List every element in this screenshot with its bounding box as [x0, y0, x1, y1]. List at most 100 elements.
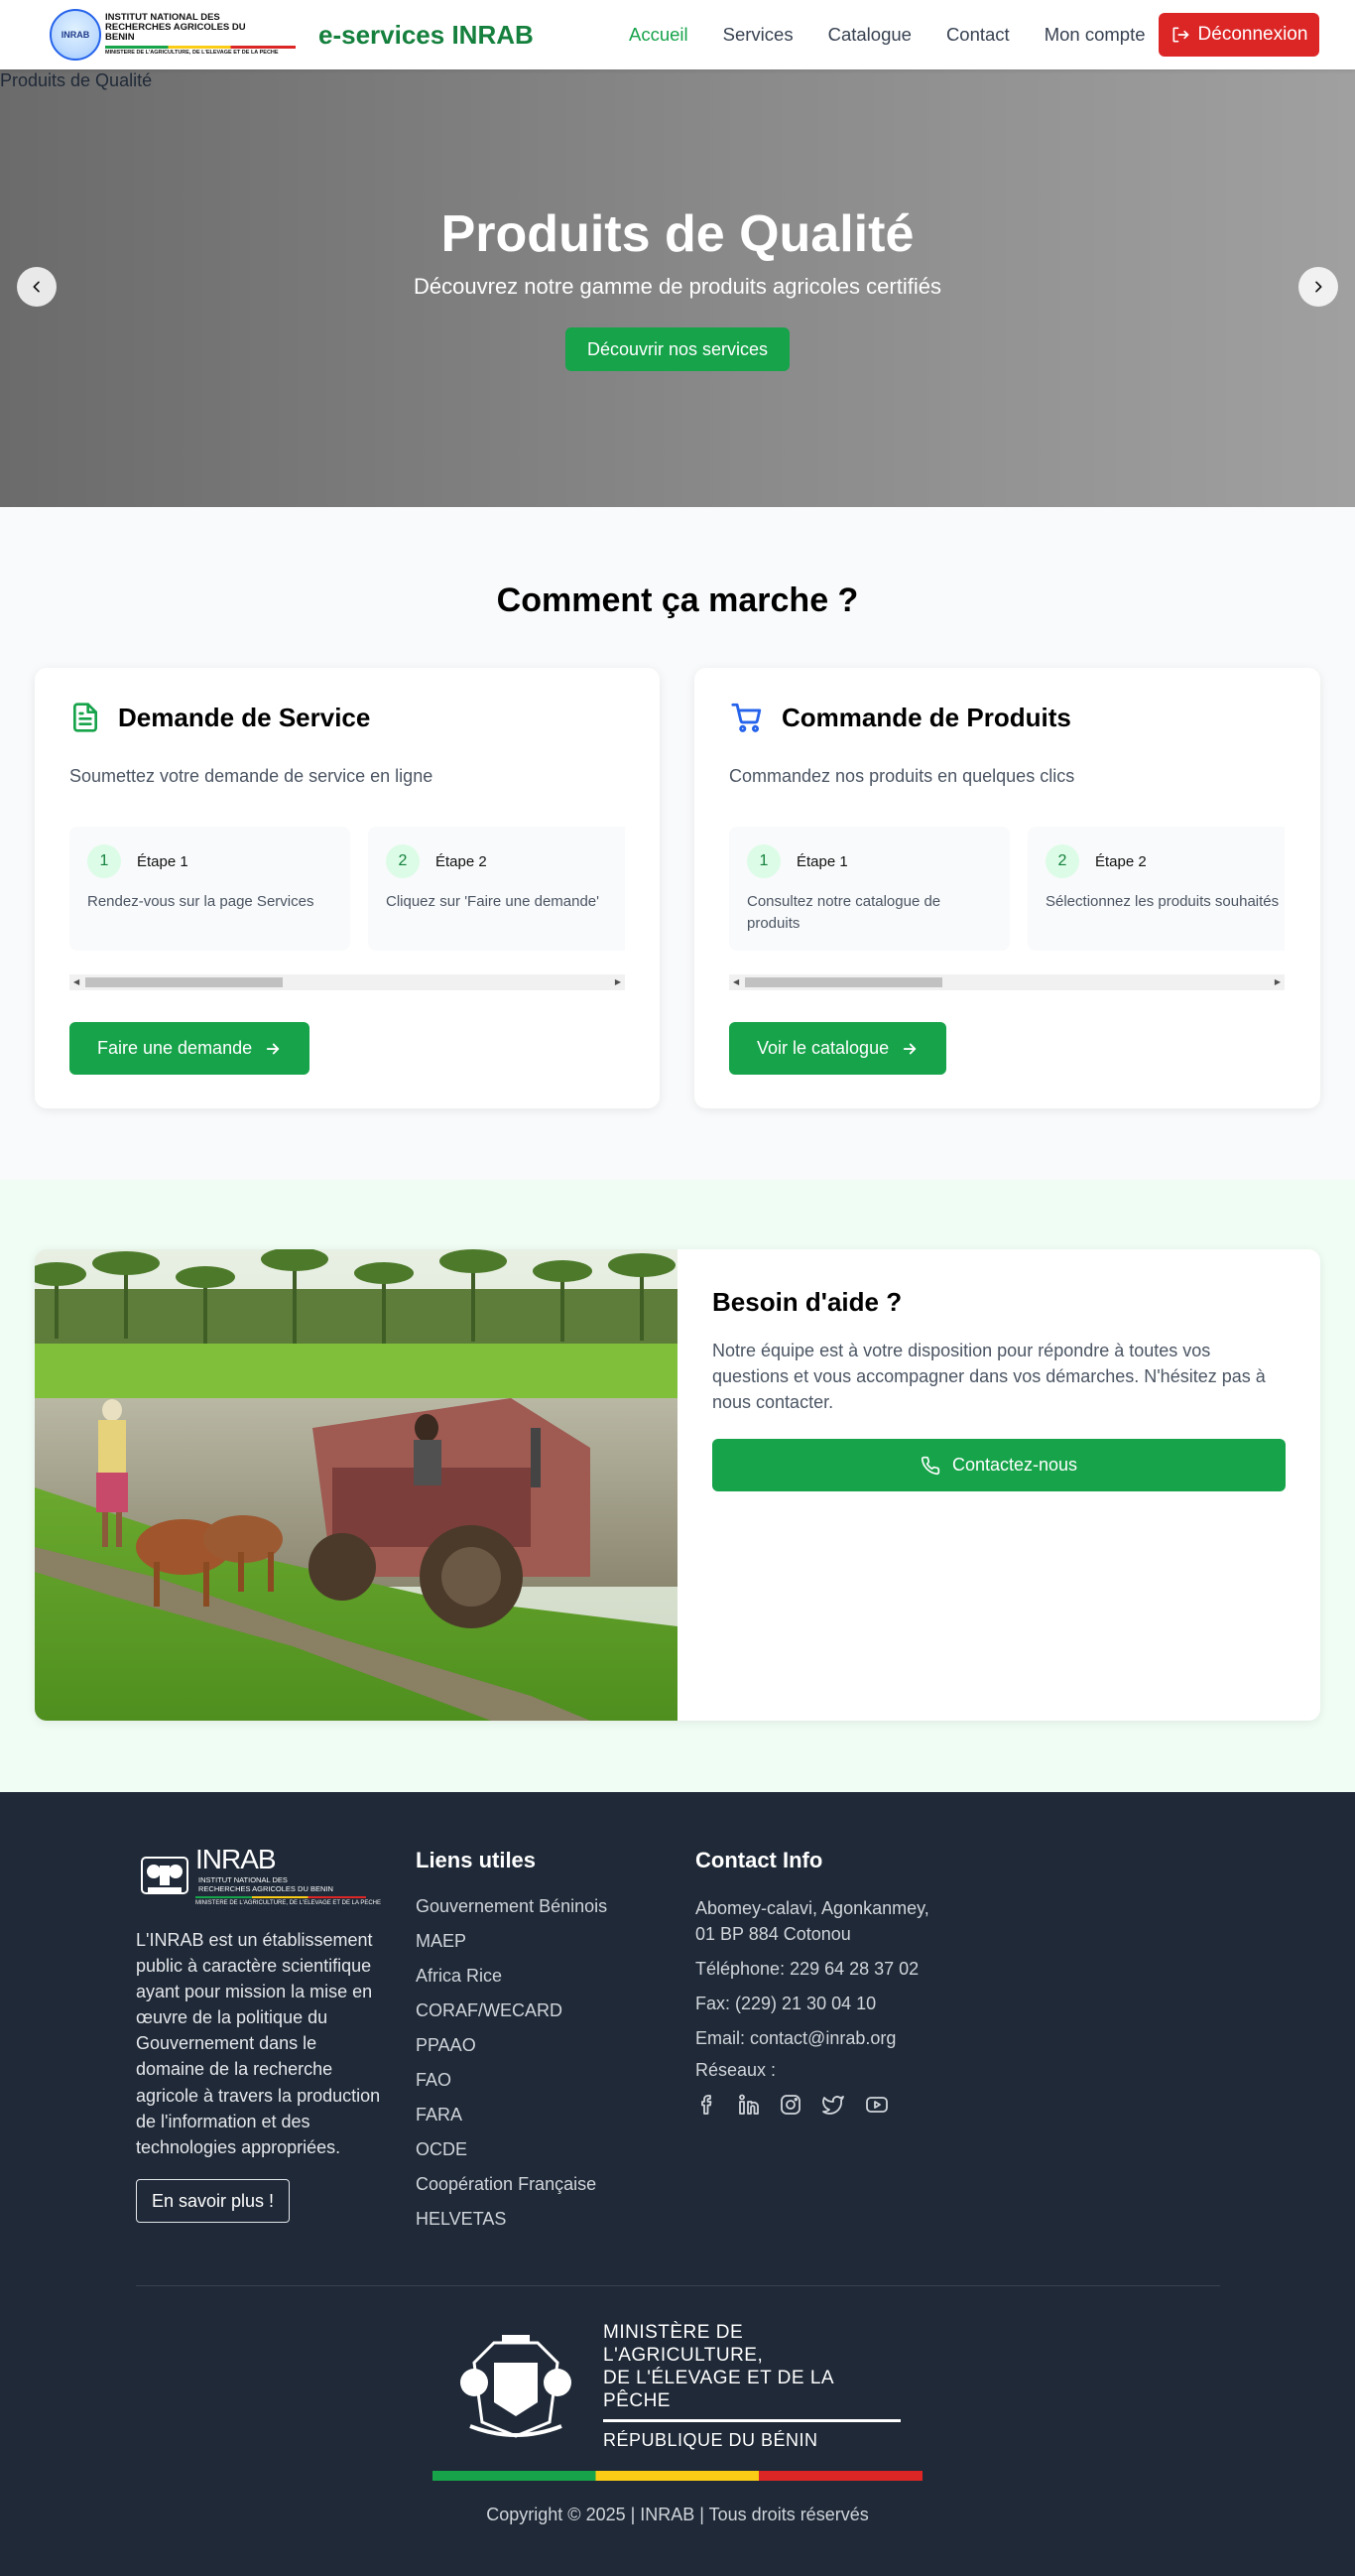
carousel-next-button[interactable] — [1298, 267, 1338, 307]
step-text: Consultez notre catalogue de produits — [747, 893, 941, 932]
make-request-button[interactable]: Faire une demande — [69, 1022, 310, 1075]
contact-us-label: Contactez-nous — [951, 1455, 1078, 1476]
button-label: Voir le catalogue — [757, 1038, 890, 1058]
horizontal-scrollbar[interactable]: ◀ ▶ — [69, 974, 625, 990]
facebook-icon[interactable] — [695, 2093, 719, 2117]
step-card: 1 Étape 1 Consultez notre catalogue de p… — [729, 827, 1010, 951]
step-text: Rendez-vous sur la page Services — [87, 893, 314, 910]
footer-logo-line2: RECHERCHES AGRICOLES DU BENIN — [198, 1884, 333, 1894]
inrab-logo[interactable]: INRAB INSTITUT NATIONAL DES RECHERCHES A… — [50, 7, 296, 63]
nav-link-contact[interactable]: Contact — [946, 24, 1010, 46]
footer-link[interactable]: FAO — [416, 2069, 607, 2104]
inrab-emblem-icon: INRAB — [50, 9, 101, 61]
step-label: Étape 2 — [435, 852, 487, 870]
arrow-right-icon — [903, 1043, 917, 1054]
nav-link-accueil[interactable]: Accueil — [629, 24, 688, 46]
learn-more-button[interactable]: En savoir plus ! — [136, 2179, 290, 2223]
socials-title: Réseaux : — [695, 2060, 777, 2080]
help-text: Notre équipe est à votre disposition pou… — [712, 1341, 1266, 1413]
step-number: 1 — [87, 844, 121, 878]
scroll-left-icon[interactable]: ◀ — [733, 977, 739, 986]
twitter-icon[interactable] — [820, 2093, 846, 2117]
logo-flag-stripe — [105, 46, 296, 50]
contact-info: Abomey-calavi, Agonkanmey, 01 BP 884 Cot… — [695, 1895, 953, 2117]
useful-links-title: Liens utiles — [416, 1848, 537, 1872]
hero-image-alt: Produits de Qualité — [0, 70, 153, 90]
logout-button[interactable]: Déconnexion — [1159, 13, 1319, 57]
service-request-card: Demande de Service Soumettez votre deman… — [35, 668, 660, 1108]
logout-icon — [1172, 27, 1188, 43]
contact-us-button[interactable]: Contactez-nous — [712, 1439, 1286, 1492]
scrollbar-thumb[interactable] — [85, 977, 283, 987]
step-card: 2 Étape 2 Sélectionnez les produits souh… — [1028, 827, 1285, 951]
benin-flag-stripe — [432, 2471, 923, 2481]
contact-fax: Fax: (229) 21 30 04 10 — [695, 1994, 877, 2013]
main-nav: Accueil Services Catalogue Contact Mon c… — [629, 24, 1180, 46]
scroll-left-icon[interactable]: ◀ — [73, 977, 79, 986]
logo-ministry-name: MINISTERE DE L'AGRICULTURE, DE L'ELEVAGE… — [105, 50, 279, 57]
steps-scroller[interactable]: 1 Étape 1 Rendez-vous sur la page Servic… — [69, 827, 625, 951]
nav-link-catalogue[interactable]: Catalogue — [828, 24, 912, 46]
scroll-right-icon[interactable]: ▶ — [1275, 977, 1281, 986]
step-number: 1 — [747, 844, 781, 878]
footer-link[interactable]: PPAAO — [416, 2034, 607, 2069]
ministry-line2: DE L'ÉLEVAGE ET DE LA PÊCHE — [603, 2368, 834, 2411]
help-title: Besoin d'aide ? — [712, 1287, 903, 1317]
hero-carousel: Produits de Qualité Produits de Qualité … — [0, 69, 1355, 507]
shopping-cart-icon — [731, 703, 762, 732]
footer-logo-line1: INSTITUT NATIONAL DES — [198, 1875, 288, 1885]
view-catalogue-button[interactable]: Voir le catalogue — [729, 1022, 947, 1075]
ministry-line1: MINISTÈRE DE L'AGRICULTURE, — [603, 2322, 764, 2367]
contact-email: Email: contact@inrab.org — [695, 2028, 897, 2048]
card-description: Commandez nos produits en quelques clics — [729, 766, 1075, 786]
social-links — [695, 2093, 953, 2117]
linkedin-icon[interactable] — [737, 2093, 761, 2117]
card-title: Commande de Produits — [782, 702, 1071, 732]
footer-link[interactable]: HELVETAS — [416, 2208, 607, 2243]
footer-link[interactable]: Africa Rice — [416, 1965, 607, 1999]
footer-link[interactable]: Coopération Française — [416, 2173, 607, 2208]
scroll-right-icon[interactable]: ▶ — [615, 977, 621, 986]
scrollbar-thumb[interactable] — [745, 977, 942, 987]
arrow-right-icon — [266, 1043, 280, 1054]
step-card: 2 Étape 2 Cliquez sur 'Faire une demande… — [368, 827, 625, 951]
card-title: Demande de Service — [118, 702, 371, 732]
footer-link[interactable]: OCDE — [416, 2138, 607, 2173]
emblem-text: INRAB — [61, 30, 90, 40]
footer-link[interactable]: FARA — [416, 2104, 607, 2138]
step-label: Étape 1 — [797, 852, 848, 870]
nav-link-mon-compte[interactable]: Mon compte — [1045, 24, 1146, 46]
step-label: Étape 2 — [1095, 852, 1147, 870]
footer-description: L'INRAB est un établissement public à ca… — [136, 1930, 381, 2157]
footer-link[interactable]: CORAF/WECARD — [416, 1999, 607, 2034]
footer-link[interactable]: Gouvernement Béninois — [416, 1895, 607, 1930]
site-brand[interactable]: e-services INRAB — [318, 20, 534, 51]
logout-label: Déconnexion — [1197, 24, 1308, 45]
step-number: 2 — [1046, 844, 1079, 878]
ministry-country: RÉPUBLIQUE DU BÉNIN — [603, 2429, 818, 2450]
footer-logo-ministry: MINISTERE DE L'AGRICULTURE, DE L'ELEVAGE… — [195, 1899, 382, 1906]
horizontal-scrollbar[interactable]: ◀ ▶ — [729, 974, 1285, 990]
chevron-left-icon — [33, 281, 40, 293]
footer-inrab-logo: INRAB INSTITUT NATIONAL DES RECHERCHES A… — [136, 1844, 381, 1906]
copyright: Copyright © 2025 | INRAB | Tous droits r… — [486, 2505, 869, 2524]
footer-divider — [136, 2285, 1220, 2286]
nav-link-services[interactable]: Services — [723, 24, 794, 46]
card-description: Soumettez votre demande de service en li… — [69, 766, 433, 786]
carousel-prev-button[interactable] — [17, 267, 57, 307]
inrab-emblem-icon — [141, 1856, 188, 1894]
footer-link[interactable]: MAEP — [416, 1930, 607, 1965]
instagram-icon[interactable] — [779, 2093, 802, 2117]
step-text: Sélectionnez les produits souhaités — [1046, 893, 1280, 910]
ministry-logo: MINISTÈRE DE L'AGRICULTURE, DE L'ÉLEVAGE… — [454, 2322, 901, 2450]
help-card: Besoin d'aide ? Notre équipe est à votre… — [35, 1249, 1320, 1721]
discover-services-button[interactable]: Découvrir nos services — [565, 327, 790, 371]
footer-logo-acronym: INRAB — [195, 1844, 277, 1875]
contact-info-title: Contact Info — [695, 1848, 823, 1872]
button-label: Faire une demande — [97, 1038, 253, 1058]
site-footer: INRAB INSTITUT NATIONAL DES RECHERCHES A… — [0, 1792, 1355, 2576]
footer-logo-flag-stripe — [195, 1895, 366, 1898]
youtube-icon[interactable] — [864, 2093, 890, 2117]
contact-phone: Téléphone: 229 64 28 37 02 — [695, 1959, 920, 1979]
steps-scroller[interactable]: 1 Étape 1 Consultez notre catalogue de p… — [729, 827, 1285, 951]
